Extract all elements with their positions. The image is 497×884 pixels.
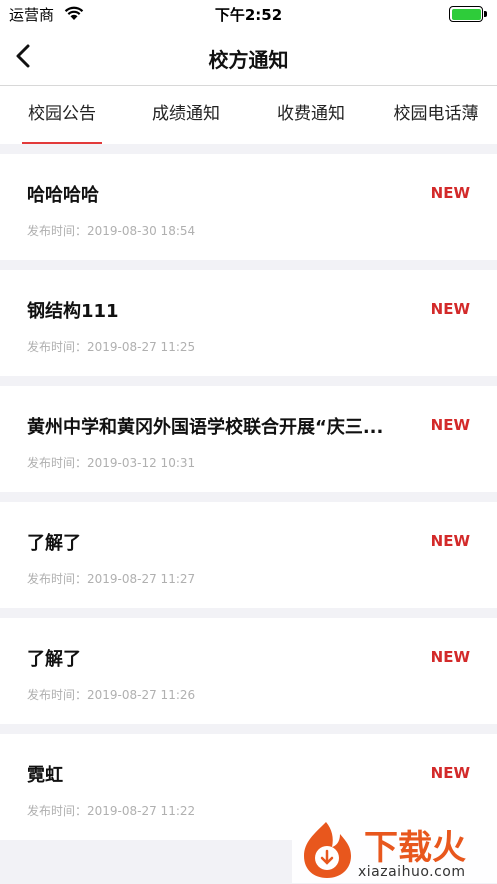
tab-grade-notice[interactable]: 成绩通知 xyxy=(146,86,226,144)
new-badge: NEW xyxy=(430,764,470,782)
notice-time: 发布时间：2019-08-27 11:25 xyxy=(27,340,196,354)
new-badge: NEW xyxy=(430,532,470,550)
list-item[interactable]: 了解了 发布时间：2019-08-27 11:26 NEW xyxy=(0,618,497,724)
new-badge: NEW xyxy=(430,416,470,434)
battery-icon xyxy=(449,6,487,22)
list-item[interactable]: 黄州中学和黄冈外国语学校联合开展“庆三... 发布时间：2019-03-12 1… xyxy=(0,386,497,492)
watermark-site: xiazaihuo.com xyxy=(358,864,466,880)
notice-list: 哈哈哈哈 发布时间：2019-08-30 18:54 NEW 钢结构111 发布… xyxy=(0,154,497,850)
watermark-brand: 下载火 xyxy=(364,828,466,868)
notice-time: 发布时间：2019-08-27 11:26 xyxy=(27,688,196,702)
notice-time: 发布时间：2019-08-27 11:27 xyxy=(27,572,196,586)
notice-title: 了解了 xyxy=(27,649,81,670)
tab-fee-notice[interactable]: 收费通知 xyxy=(271,86,351,144)
flame-logo-icon xyxy=(296,820,358,884)
notice-time: 发布时间：2019-03-12 10:31 xyxy=(27,456,196,470)
new-badge: NEW xyxy=(430,648,470,666)
list-item[interactable]: 哈哈哈哈 发布时间：2019-08-30 18:54 NEW xyxy=(0,154,497,260)
notice-title: 钢结构111 xyxy=(27,301,119,322)
notice-title: 黄州中学和黄冈外国语学校联合开展“庆三... xyxy=(27,417,384,438)
page-title: 校方通知 xyxy=(208,48,289,72)
new-badge: NEW xyxy=(430,184,470,202)
tab-bar: 校园公告 成绩通知 收费通知 校园电话薄 xyxy=(0,86,497,144)
notice-time: 发布时间：2019-08-30 18:54 xyxy=(27,224,196,238)
tab-campus-phonebook[interactable]: 校园电话薄 xyxy=(386,86,486,144)
nav-bar: 校方通知 xyxy=(0,28,497,86)
status-time: 下午2:52 xyxy=(214,6,283,24)
notice-title: 霓虹 xyxy=(27,765,63,786)
notice-title: 哈哈哈哈 xyxy=(27,185,99,206)
battery-fill xyxy=(451,8,481,20)
status-bar: 运营商 下午2:52 xyxy=(0,0,497,28)
tab-campus-announcement[interactable]: 校园公告 xyxy=(22,86,102,144)
list-item[interactable]: 钢结构111 发布时间：2019-08-27 11:25 NEW xyxy=(0,270,497,376)
list-item[interactable]: 了解了 发布时间：2019-08-27 11:27 NEW xyxy=(0,502,497,608)
active-tab-indicator xyxy=(22,142,102,144)
watermark: 下载火 xiazaihuo.com xyxy=(292,818,497,883)
notice-title: 了解了 xyxy=(27,533,81,554)
notice-time: 发布时间：2019-08-27 11:22 xyxy=(27,804,196,818)
new-badge: NEW xyxy=(430,300,470,318)
